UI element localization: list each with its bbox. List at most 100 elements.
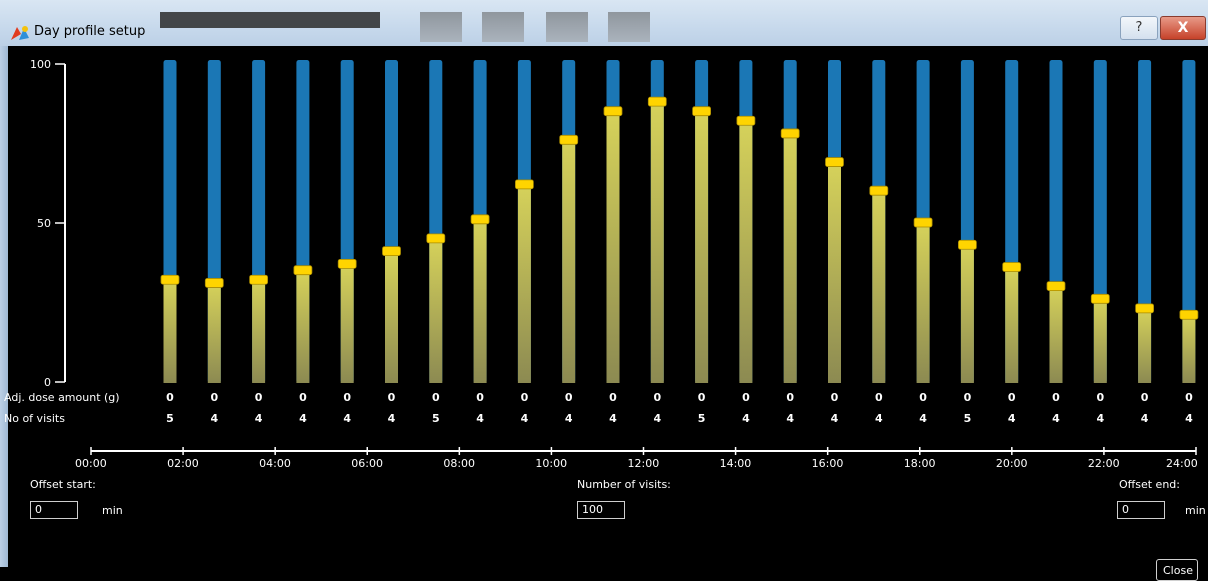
visits-value: 4 (653, 412, 662, 425)
number-of-visits-label: Number of visits: (577, 478, 671, 491)
visits-value: 4 (564, 412, 573, 425)
slider-fill (252, 280, 266, 383)
time-axis-label: 08:00 (443, 457, 476, 470)
dose-value: 0 (254, 391, 263, 404)
visits-value: 4 (742, 412, 750, 425)
dose-value: 0 (919, 391, 927, 404)
slider-handle[interactable] (1002, 262, 1022, 272)
slider-fill (385, 251, 398, 383)
dose-value: 0 (343, 391, 352, 404)
visits-value: 4 (520, 412, 529, 425)
dose-value: 0 (697, 391, 706, 404)
slider-handle[interactable] (780, 128, 800, 139)
slider-fill (695, 111, 709, 383)
slider-handle[interactable] (1179, 309, 1199, 320)
offset-end-input[interactable]: 0 (1117, 501, 1165, 519)
visits-value: 4 (254, 412, 263, 425)
slider-fill (606, 111, 620, 383)
slider-handle[interactable] (913, 217, 933, 228)
visits-value: 4 (1096, 412, 1105, 425)
time-axis-label: 22:00 (1087, 457, 1120, 470)
background-thumbnail (546, 12, 588, 42)
slider-fill (960, 245, 974, 383)
dose-value: 0 (166, 391, 174, 404)
slider-handle[interactable] (559, 134, 579, 145)
window-title: Day profile setup (34, 24, 146, 39)
slider-handle[interactable] (249, 274, 269, 285)
visits-value: 4 (476, 412, 484, 425)
background-thumbnail (420, 12, 462, 42)
slider-handle[interactable] (869, 185, 889, 196)
dose-value: 0 (830, 391, 839, 404)
dose-value: 0 (210, 391, 219, 404)
slider-handle[interactable] (514, 179, 534, 190)
visits-value: 4 (210, 412, 219, 425)
visits-value: 4 (343, 412, 352, 425)
slider-handle[interactable] (603, 106, 623, 117)
visits-value: 4 (1052, 412, 1060, 425)
slider-handle[interactable] (204, 278, 224, 288)
app-icon (11, 26, 29, 40)
dose-value: 0 (609, 391, 617, 404)
window-left-border (0, 46, 8, 567)
offset-start-input[interactable]: 0 (30, 501, 78, 519)
window-close-button[interactable]: X (1160, 16, 1206, 40)
slider-handle[interactable] (1046, 281, 1066, 292)
dose-value: 0 (299, 391, 307, 404)
time-axis-label: 20:00 (995, 457, 1028, 470)
visits-value: 4 (1185, 412, 1193, 425)
help-button[interactable]: ? (1120, 16, 1158, 40)
slider-fill (340, 264, 354, 383)
slider-fill (872, 191, 886, 383)
dose-value: 0 (786, 391, 795, 404)
slider-fill (783, 133, 797, 383)
visits-value: 4 (1140, 412, 1149, 425)
slider-handle[interactable] (426, 233, 446, 244)
slider-handle[interactable] (293, 265, 313, 276)
dose-value: 0 (653, 391, 662, 404)
slider-handle[interactable] (647, 96, 667, 107)
time-axis-label: 06:00 (351, 457, 383, 470)
slider-fill (916, 223, 930, 383)
slider-fill (1093, 299, 1107, 383)
slider-fill (828, 162, 841, 383)
y-axis-tick-label: 50 (37, 217, 51, 230)
visits-value: 4 (299, 412, 307, 425)
dose-value: 0 (963, 391, 972, 404)
time-axis-label: 24:00 (1166, 457, 1198, 470)
slider-fill (296, 270, 310, 383)
time-axis-label: 00:00 (75, 457, 107, 470)
dose-value: 0 (431, 391, 440, 404)
slider-handle[interactable] (1135, 303, 1154, 314)
visits-value: 4 (919, 412, 927, 425)
slider-handle[interactable] (337, 258, 357, 269)
dose-value: 0 (476, 391, 484, 404)
dose-value: 0 (564, 391, 573, 404)
slider-handle[interactable] (1090, 293, 1110, 304)
slider-fill (1005, 267, 1019, 383)
slider-handle[interactable] (958, 239, 977, 250)
background-window-strip (160, 12, 380, 28)
slider-fill (207, 283, 221, 383)
time-axis-label: 14:00 (719, 457, 752, 470)
slider-fill (1138, 308, 1152, 383)
visits-value: 5 (963, 412, 972, 425)
slider-handle[interactable] (382, 246, 401, 257)
number-of-visits-input[interactable]: 100 (577, 501, 625, 519)
slider-handle[interactable] (160, 274, 180, 285)
visits-value: 4 (874, 412, 883, 425)
time-axis-label: 16:00 (811, 457, 844, 470)
dose-value: 0 (1052, 391, 1060, 404)
slider-handle[interactable] (692, 106, 711, 117)
dose-value: 0 (387, 391, 396, 404)
time-axis-label: 12:00 (627, 457, 660, 470)
y-axis-tick-label: 0 (44, 376, 51, 389)
background-thumbnail (608, 12, 650, 42)
slider-handle[interactable] (736, 115, 756, 126)
time-axis-label: 04:00 (259, 457, 291, 470)
slider-handle[interactable] (470, 214, 490, 225)
close-button[interactable]: Close (1156, 559, 1198, 581)
slider-handle[interactable] (825, 157, 844, 167)
dose-row-label: Adj. dose amount (g) (4, 391, 120, 404)
visits-value: 4 (830, 412, 839, 425)
